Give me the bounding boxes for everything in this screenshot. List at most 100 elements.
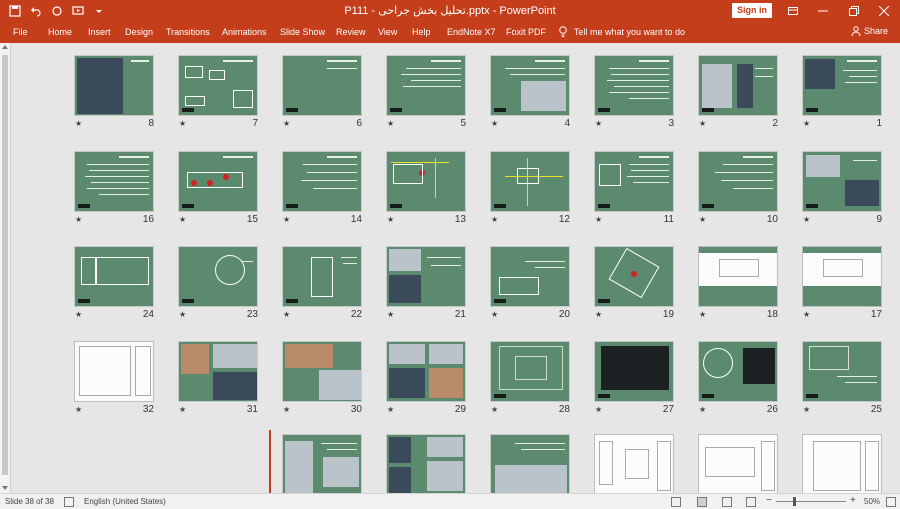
slide-thumbnail[interactable] xyxy=(490,55,570,116)
tab-insert[interactable]: Insert xyxy=(88,27,111,37)
slide-thumbnail[interactable] xyxy=(282,55,362,116)
slide-thumbnail[interactable] xyxy=(386,434,466,495)
transition-star-icon[interactable]: ★ xyxy=(283,310,290,319)
share-button[interactable]: Share xyxy=(851,26,888,36)
tell-me-search[interactable]: Tell me what you want to do xyxy=(558,26,685,37)
transition-star-icon[interactable]: ★ xyxy=(75,405,82,414)
transition-star-icon[interactable]: ★ xyxy=(75,215,82,224)
transition-star-icon[interactable]: ★ xyxy=(491,405,498,414)
transition-star-icon[interactable]: ★ xyxy=(387,310,394,319)
transition-star-icon[interactable]: ★ xyxy=(595,215,602,224)
transition-star-icon[interactable]: ★ xyxy=(595,405,602,414)
slide-thumbnail[interactable] xyxy=(802,55,882,116)
ribbon-display-options-icon[interactable] xyxy=(784,3,802,19)
transition-star-icon[interactable]: ★ xyxy=(75,119,82,128)
scroll-up-icon[interactable] xyxy=(2,45,8,49)
transition-star-icon[interactable]: ★ xyxy=(179,215,186,224)
reading-view-icon[interactable] xyxy=(722,497,732,507)
scroll-thumb[interactable] xyxy=(2,55,8,475)
transition-star-icon[interactable]: ★ xyxy=(595,119,602,128)
restore-icon[interactable] xyxy=(845,3,863,19)
slide-thumbnail[interactable] xyxy=(386,55,466,116)
slide-thumbnail[interactable] xyxy=(74,341,154,402)
slide-thumbnail[interactable] xyxy=(594,246,674,307)
tab-animations[interactable]: Animations xyxy=(222,27,267,37)
transition-star-icon[interactable]: ★ xyxy=(283,405,290,414)
tab-foxit-pdf[interactable]: Foxit PDF xyxy=(506,27,546,37)
transition-star-icon[interactable]: ★ xyxy=(699,215,706,224)
transition-star-icon[interactable]: ★ xyxy=(387,215,394,224)
slide-thumbnail[interactable] xyxy=(490,434,570,495)
tab-home[interactable]: Home xyxy=(48,27,72,37)
slide-thumbnail[interactable] xyxy=(178,55,258,116)
zoom-out-icon[interactable]: − xyxy=(766,495,772,506)
transition-star-icon[interactable]: ★ xyxy=(595,310,602,319)
slide-thumbnail[interactable] xyxy=(282,341,362,402)
close-icon[interactable] xyxy=(875,3,893,19)
slide-thumbnail[interactable] xyxy=(282,151,362,212)
transition-star-icon[interactable]: ★ xyxy=(803,119,810,128)
transition-star-icon[interactable]: ★ xyxy=(179,405,186,414)
minimize-icon[interactable] xyxy=(814,3,832,19)
tab-slide-show[interactable]: Slide Show xyxy=(280,27,325,37)
tab-transitions[interactable]: Transitions xyxy=(166,27,210,37)
slide-thumbnail[interactable] xyxy=(698,151,778,212)
slide-thumbnail[interactable] xyxy=(178,151,258,212)
slide-sorter-view-icon[interactable] xyxy=(697,497,707,507)
slide-thumbnail[interactable] xyxy=(490,246,570,307)
transition-star-icon[interactable]: ★ xyxy=(387,405,394,414)
transition-star-icon[interactable]: ★ xyxy=(75,310,82,319)
transition-star-icon[interactable]: ★ xyxy=(491,215,498,224)
slide-thumbnail[interactable] xyxy=(490,151,570,212)
vertical-scrollbar[interactable] xyxy=(0,43,11,493)
slide-thumbnail[interactable] xyxy=(386,151,466,212)
transition-star-icon[interactable]: ★ xyxy=(699,405,706,414)
slide-thumbnail[interactable] xyxy=(282,434,362,495)
zoom-slider-handle[interactable] xyxy=(793,497,796,506)
tab-file[interactable]: File xyxy=(13,27,28,37)
tab-view[interactable]: View xyxy=(378,27,397,37)
slide-thumbnail[interactable] xyxy=(74,246,154,307)
transition-star-icon[interactable]: ★ xyxy=(803,310,810,319)
transition-star-icon[interactable]: ★ xyxy=(283,119,290,128)
slide-thumbnail[interactable] xyxy=(698,341,778,402)
slide-thumbnail[interactable] xyxy=(594,151,674,212)
slide-thumbnail[interactable] xyxy=(594,434,674,495)
slide-thumbnail[interactable] xyxy=(698,55,778,116)
transition-star-icon[interactable]: ★ xyxy=(699,310,706,319)
fit-to-window-icon[interactable] xyxy=(886,497,896,507)
sign-in-button[interactable]: Sign in xyxy=(732,3,772,18)
transition-star-icon[interactable]: ★ xyxy=(699,119,706,128)
slide-thumbnail[interactable] xyxy=(178,341,258,402)
slide-thumbnail[interactable] xyxy=(178,246,258,307)
slide-thumbnail[interactable] xyxy=(594,55,674,116)
normal-view-icon[interactable] xyxy=(671,497,681,507)
slide-thumbnail[interactable] xyxy=(386,341,466,402)
slide-thumbnail[interactable] xyxy=(802,151,882,212)
transition-star-icon[interactable]: ★ xyxy=(491,119,498,128)
tab-endnote[interactable]: EndNote X7 xyxy=(447,27,496,37)
slide-thumbnail[interactable] xyxy=(74,151,154,212)
slide-thumbnail[interactable] xyxy=(594,341,674,402)
language-indicator[interactable]: English (United States) xyxy=(84,497,166,506)
tab-review[interactable]: Review xyxy=(336,27,366,37)
transition-star-icon[interactable]: ★ xyxy=(803,405,810,414)
scroll-down-icon[interactable] xyxy=(2,486,8,490)
transition-star-icon[interactable]: ★ xyxy=(491,310,498,319)
slide-thumbnail[interactable] xyxy=(802,434,882,495)
zoom-slider[interactable] xyxy=(776,501,846,502)
slide-thumbnail[interactable] xyxy=(802,341,882,402)
slide-thumbnail[interactable] xyxy=(490,341,570,402)
transition-star-icon[interactable]: ★ xyxy=(387,119,394,128)
transition-star-icon[interactable]: ★ xyxy=(179,119,186,128)
tab-design[interactable]: Design xyxy=(125,27,153,37)
slide-thumbnail[interactable] xyxy=(74,55,154,116)
slide-thumbnail[interactable] xyxy=(698,246,778,307)
transition-star-icon[interactable]: ★ xyxy=(283,215,290,224)
zoom-in-icon[interactable]: + xyxy=(850,495,856,506)
spell-check-icon[interactable] xyxy=(64,497,74,507)
slide-thumbnail[interactable] xyxy=(698,434,778,495)
tab-help[interactable]: Help xyxy=(412,27,431,37)
slide-thumbnail[interactable] xyxy=(802,246,882,307)
slide-thumbnail[interactable] xyxy=(282,246,362,307)
